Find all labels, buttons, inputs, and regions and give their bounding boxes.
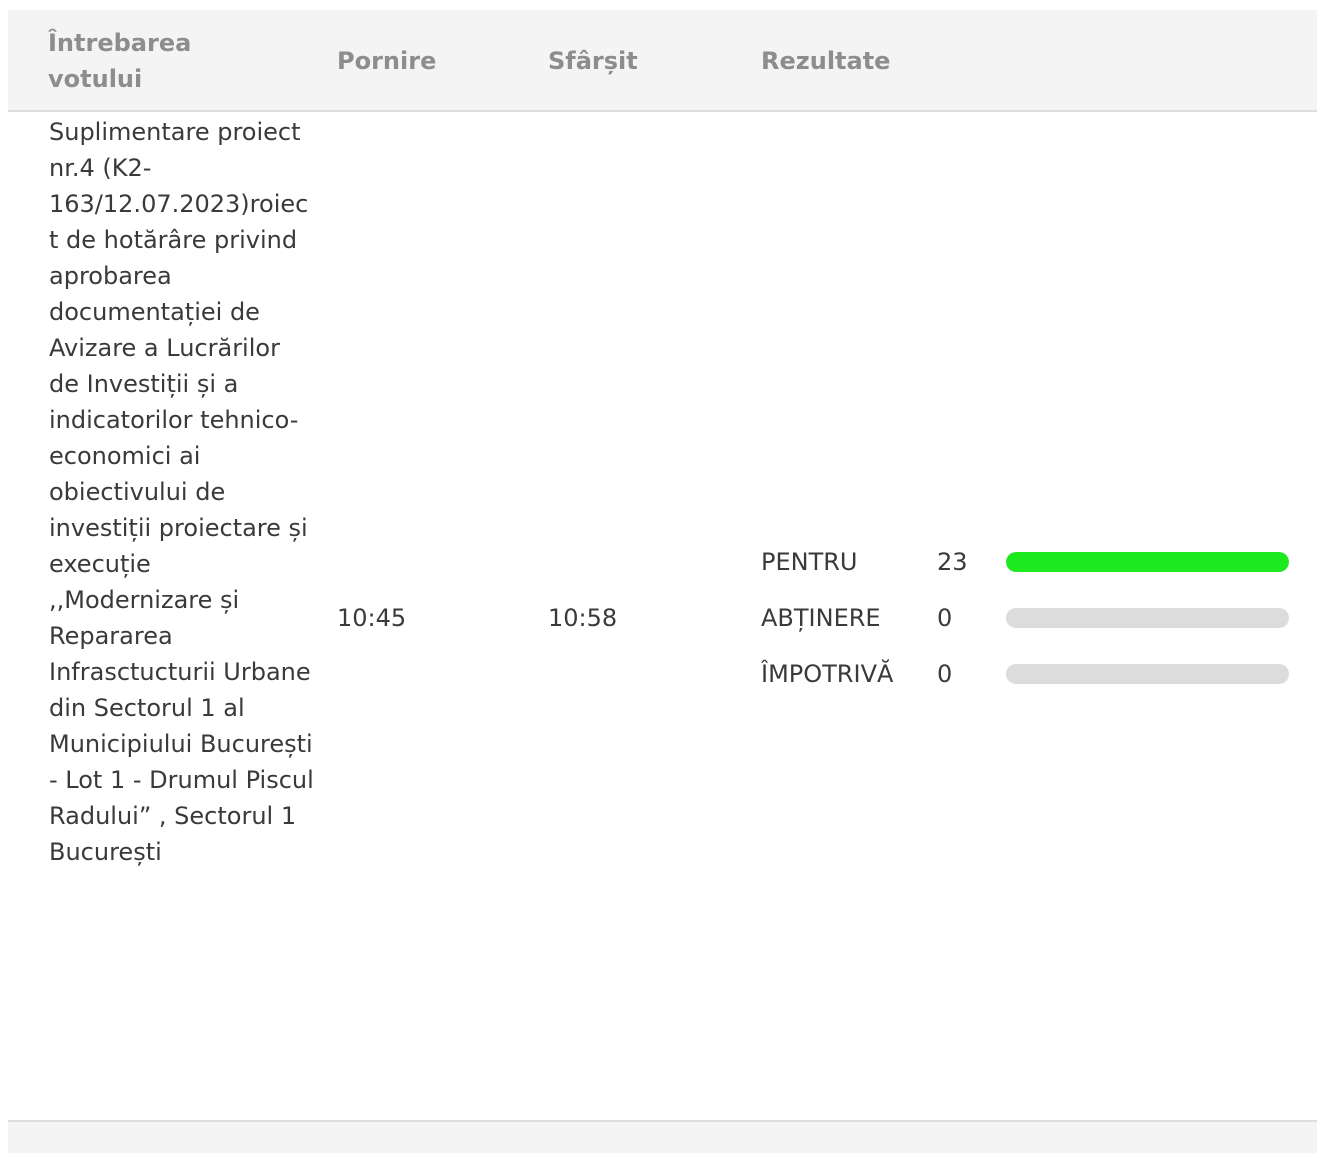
result-bar-fill — [1006, 552, 1289, 572]
result-bar — [1006, 552, 1289, 572]
header-start: Pornire — [337, 47, 437, 75]
result-label: ABȚINERE — [761, 604, 881, 632]
result-for: PENTRU 23 — [761, 544, 1301, 600]
votes-table: Întrebarea votului Pornire Sfârșit Rezul… — [8, 10, 1317, 1153]
vote-question: Suplimentare proiect nr.4 (K2-163/12.07.… — [49, 118, 314, 866]
table-footer — [8, 1122, 1317, 1153]
result-bar — [1006, 608, 1289, 628]
result-abstain: ABȚINERE 0 — [761, 600, 1301, 656]
vote-results: PENTRU 23 ABȚINERE 0 ÎMPOTRIVĂ 0 — [761, 544, 1301, 712]
result-label: PENTRU — [761, 548, 858, 576]
result-count: 0 — [937, 660, 953, 688]
result-against: ÎMPOTRIVĂ 0 — [761, 656, 1301, 712]
result-bar — [1006, 664, 1289, 684]
vote-start-time: 10:45 — [337, 604, 407, 632]
vote-end-time: 10:58 — [548, 604, 618, 632]
table-row: Suplimentare proiect nr.4 (K2-163/12.07.… — [8, 112, 1317, 1122]
table-header: Întrebarea votului Pornire Sfârșit Rezul… — [8, 10, 1317, 112]
result-count: 23 — [937, 548, 968, 576]
header-end: Sfârșit — [548, 47, 638, 75]
header-results: Rezultate — [761, 47, 891, 75]
result-label: ÎMPOTRIVĂ — [761, 660, 894, 688]
result-count: 0 — [937, 604, 953, 632]
header-question: Întrebarea votului — [48, 29, 192, 93]
